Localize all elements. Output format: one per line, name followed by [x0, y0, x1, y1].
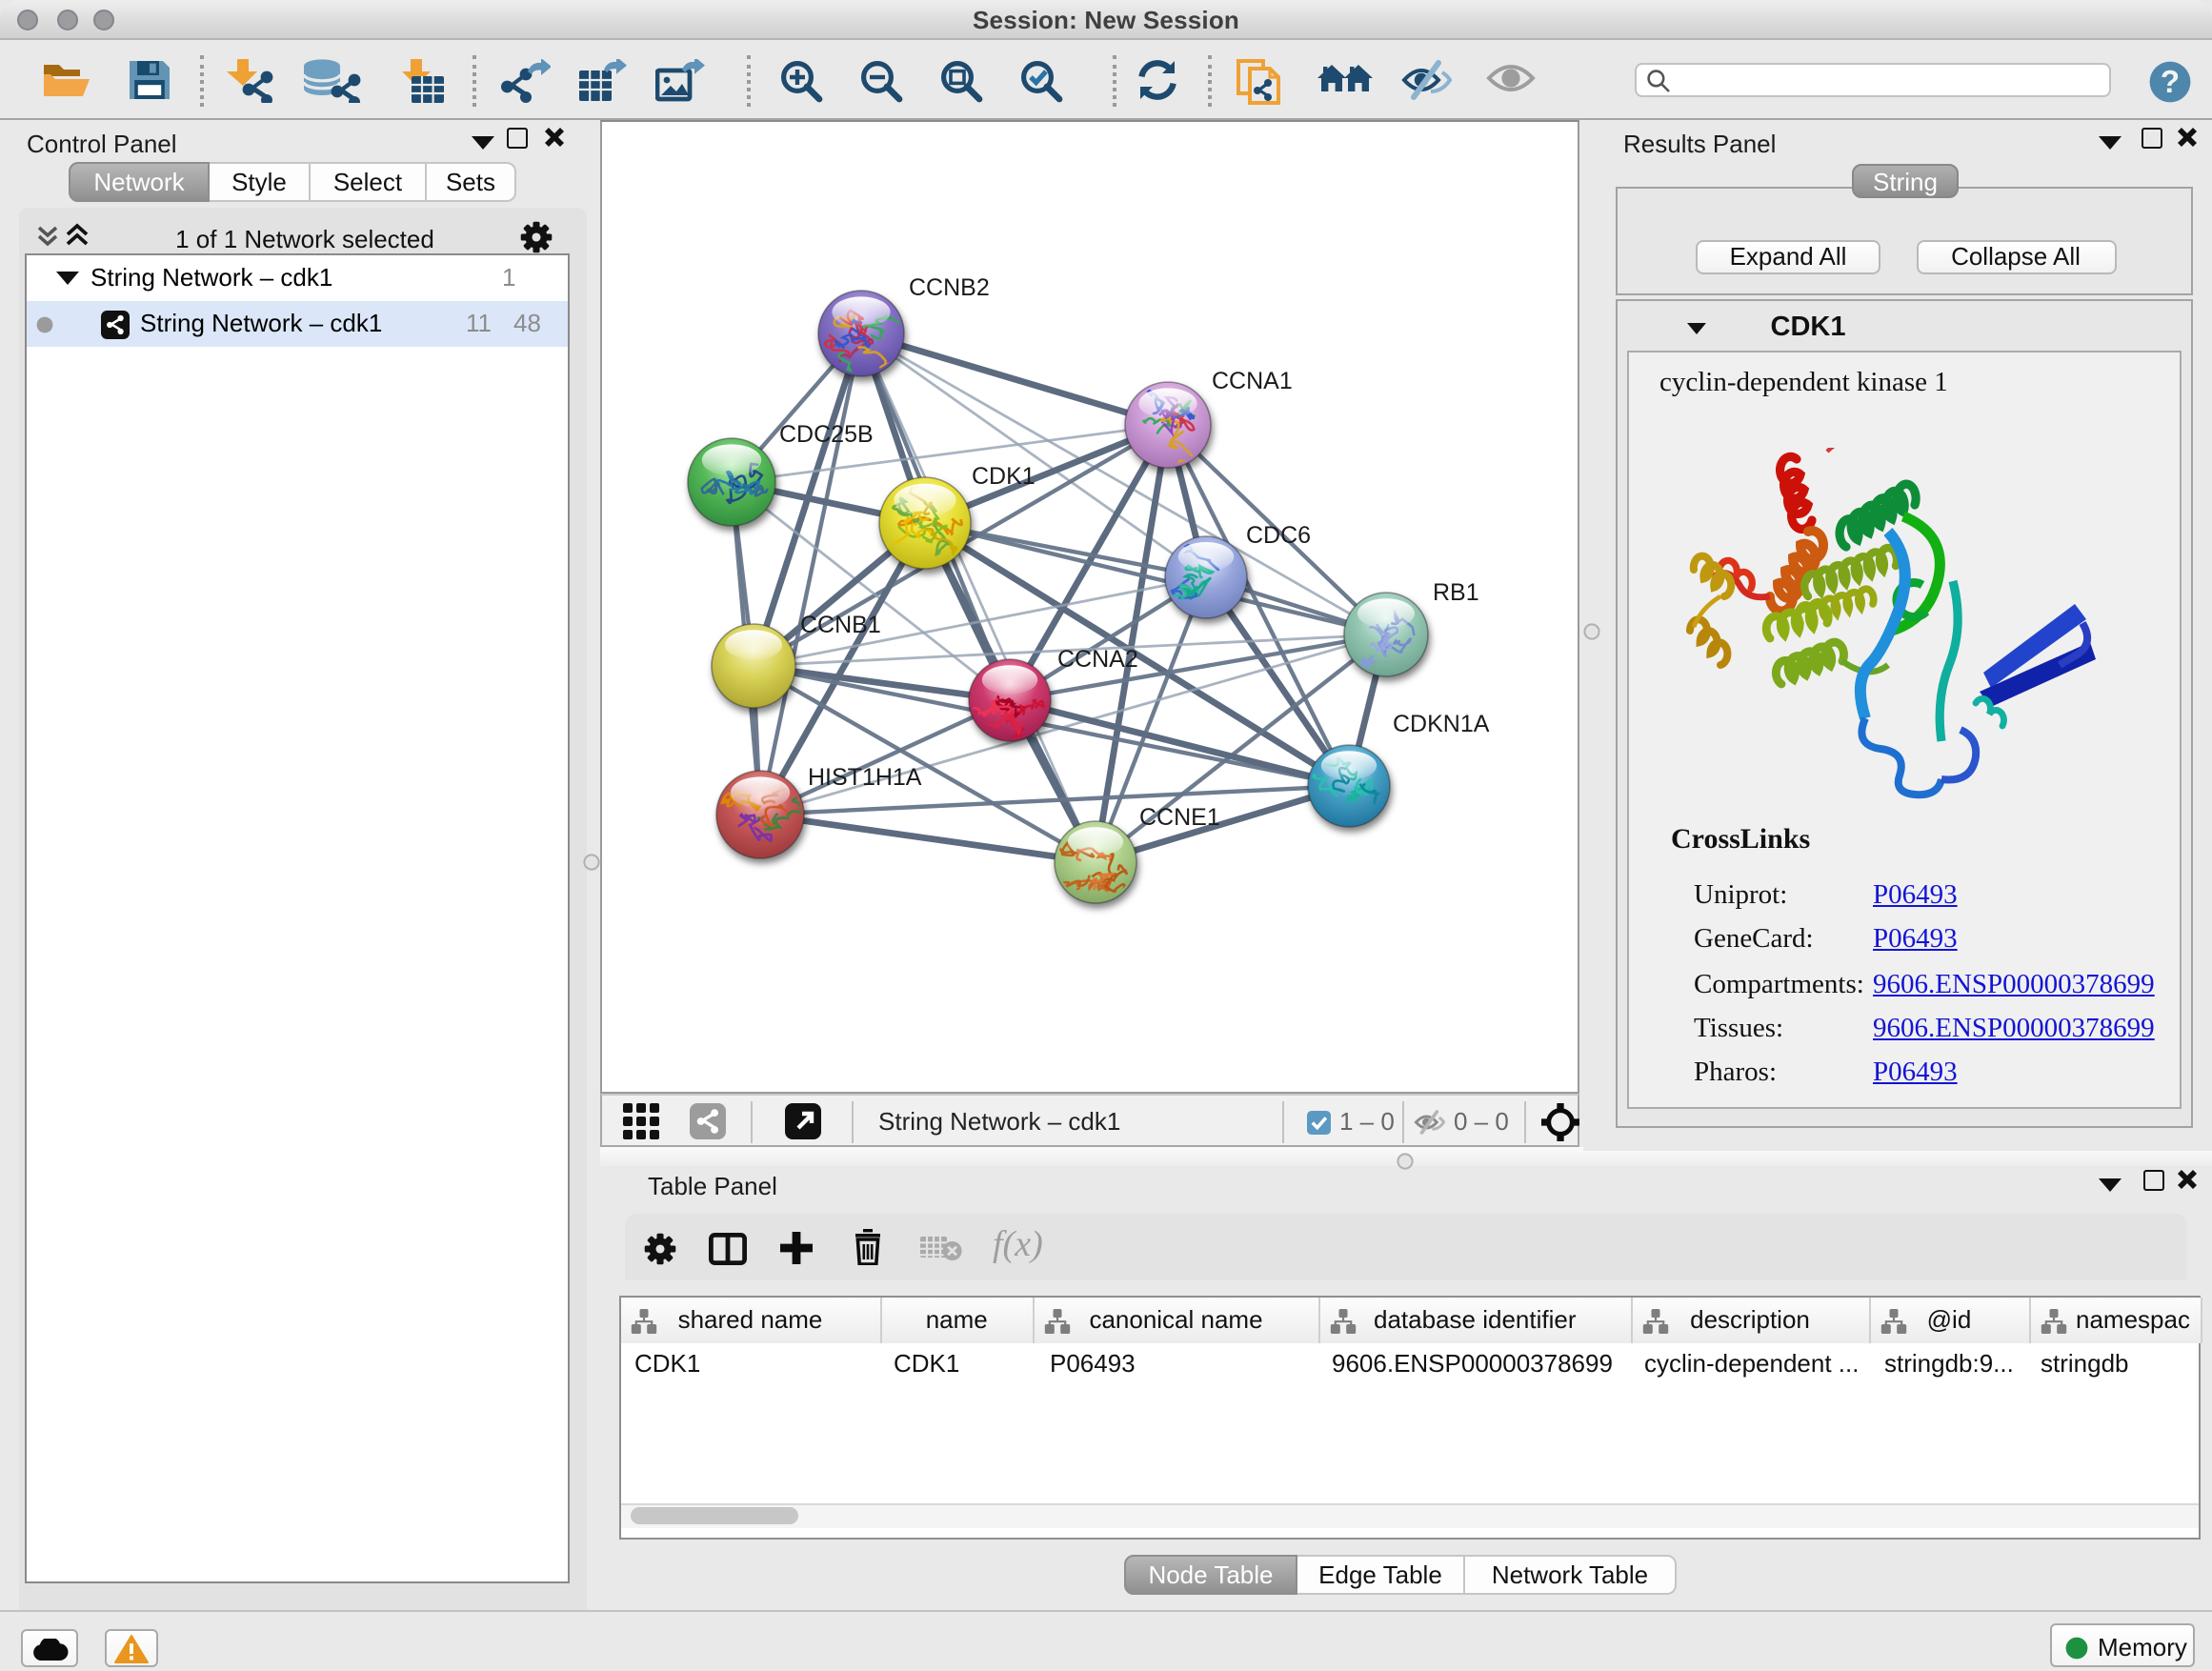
svg-text:CCNA2: CCNA2: [1057, 646, 1138, 673]
svg-text:HIST1H1A: HIST1H1A: [808, 764, 922, 791]
svg-text:CDKN1A: CDKN1A: [1393, 711, 1490, 737]
svg-text:CCNB1: CCNB1: [800, 612, 881, 638]
svg-text:RB1: RB1: [1433, 579, 1479, 606]
svg-text:CCNB2: CCNB2: [909, 274, 990, 301]
svg-text:CCNA1: CCNA1: [1212, 368, 1293, 394]
svg-text:CDC25B: CDC25B: [779, 421, 874, 448]
svg-text:CDK1: CDK1: [972, 463, 1036, 490]
svg-text:CCNE1: CCNE1: [1139, 804, 1220, 831]
svg-text:CDC6: CDC6: [1246, 522, 1311, 549]
svg-text:?: ?: [2161, 63, 2180, 98]
